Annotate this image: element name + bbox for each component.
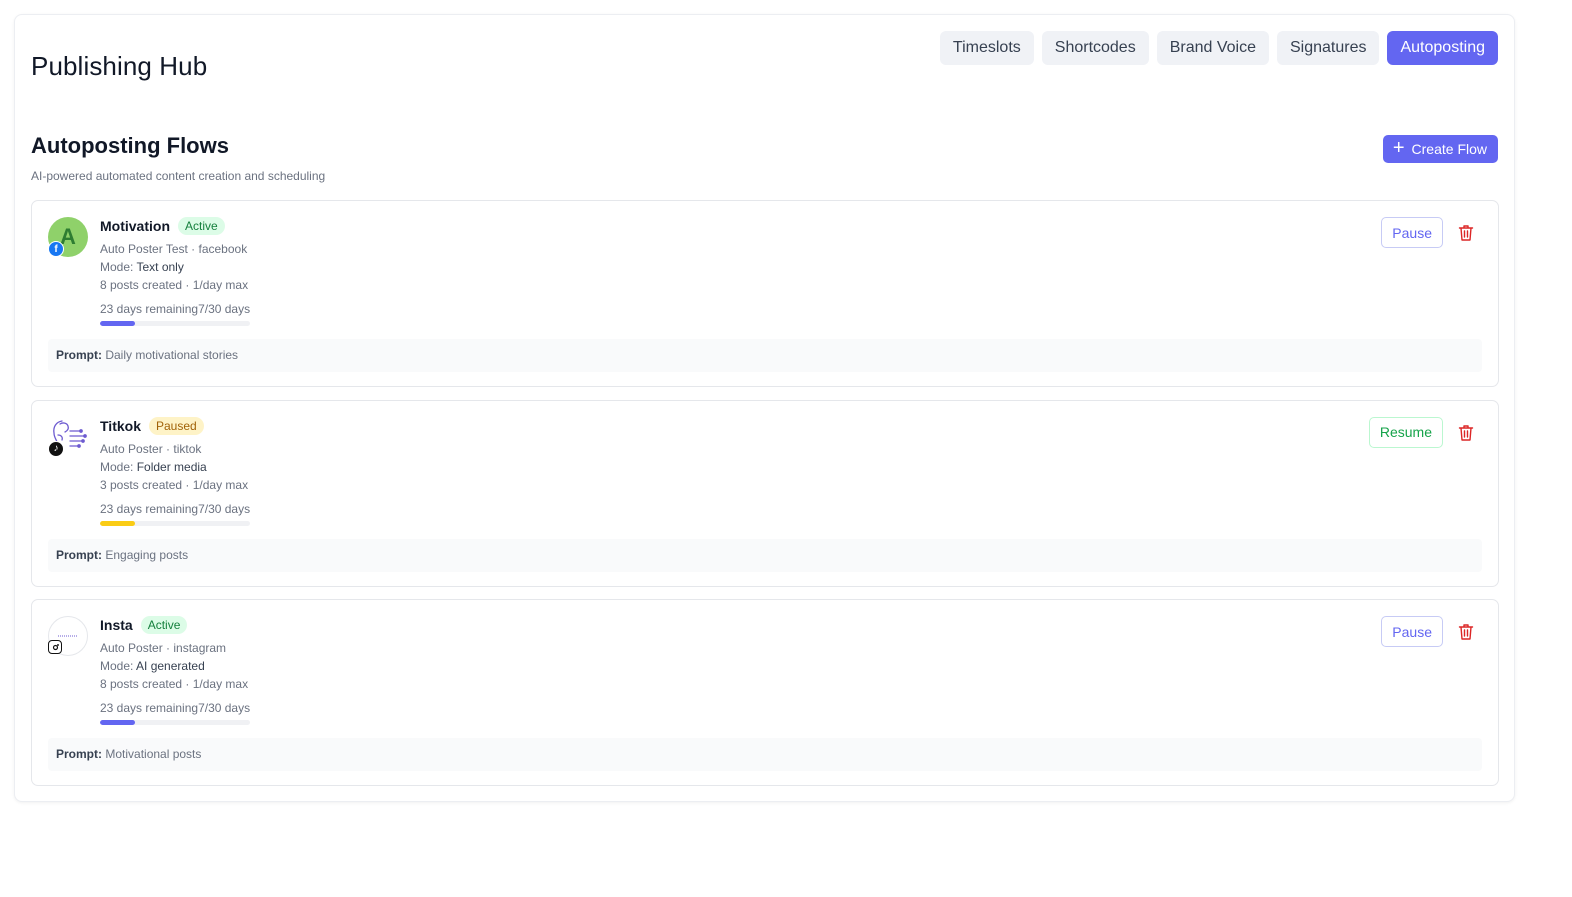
- section-subtitle: AI-powered automated content creation an…: [31, 169, 326, 183]
- page-title: Publishing Hub: [31, 51, 208, 81]
- flow-stats: 8 posts created · 1/day max: [100, 278, 249, 292]
- flow-card: Insta Active Auto Poster · instagram Mod…: [31, 599, 1499, 786]
- plus-icon: +: [1392, 137, 1405, 159]
- flow-name: Titkok: [100, 417, 141, 434]
- tiktok-icon: ♪: [48, 440, 64, 457]
- tab-autoposting[interactable]: Autoposting: [1387, 31, 1498, 65]
- resume-button[interactable]: Resume: [1368, 416, 1443, 448]
- trash-icon[interactable]: [1458, 424, 1474, 442]
- progress-fill: [100, 720, 135, 725]
- trash-icon[interactable]: [1458, 224, 1474, 242]
- create-flow-button[interactable]: + Create Flow: [1382, 135, 1498, 163]
- section-title: Autoposting Flows: [31, 133, 229, 158]
- hub-tabs: Timeslots Shortcodes Brand Voice Signatu…: [939, 31, 1498, 65]
- flow-stats: 3 posts created · 1/day max: [100, 477, 249, 492]
- tab-timeslots[interactable]: Timeslots: [939, 31, 1034, 65]
- pause-button[interactable]: Pause: [1381, 217, 1443, 248]
- flow-name: Insta: [100, 617, 133, 633]
- create-flow-label: Create Flow: [1411, 141, 1487, 157]
- progress-bar: [100, 321, 250, 326]
- publishing-hub-panel: Publishing Hub Timeslots Shortcodes Bran…: [14, 14, 1515, 802]
- progress-label: 23 days remaining7/30 days: [100, 701, 251, 715]
- progress-fill: [100, 520, 135, 526]
- flow-prompt: Prompt: Daily motivational stories: [48, 339, 1482, 372]
- progress-fill: [100, 321, 135, 326]
- progress-bar: [100, 520, 250, 526]
- progress-label: 23 days remaining7/30 days: [100, 302, 251, 316]
- flow-mode: Mode: Text only: [100, 260, 184, 274]
- flow-mode: Mode: Folder media: [100, 459, 207, 474]
- flow-account: Auto Poster · tiktok: [100, 441, 202, 456]
- flow-account: Auto Poster Test · facebook: [100, 242, 248, 256]
- tab-signatures[interactable]: Signatures: [1276, 31, 1380, 65]
- status-badge: Active: [140, 616, 188, 634]
- flow-account: Auto Poster · instagram: [100, 641, 227, 655]
- flow-card: ♪ Titkok Paused Auto Poster · tiktok Mod…: [31, 399, 1499, 587]
- status-badge: Active: [178, 217, 225, 235]
- progress-label: 23 days remaining7/30 days: [100, 501, 251, 516]
- tab-brand-voice[interactable]: Brand Voice: [1156, 31, 1269, 65]
- instagram-icon: [48, 640, 62, 654]
- flow-stats: 8 posts created · 1/day max: [100, 677, 249, 691]
- tab-shortcodes[interactable]: Shortcodes: [1041, 31, 1149, 65]
- status-badge: Paused: [148, 416, 204, 435]
- progress-bar: [100, 720, 250, 725]
- trash-icon[interactable]: [1458, 623, 1474, 641]
- facebook-icon: f: [48, 241, 64, 257]
- flow-name: Motivation: [100, 218, 170, 234]
- flow-mode: Mode: AI generated: [100, 659, 205, 673]
- flow-card: A f Motivation Active Auto Poster Test ·…: [31, 200, 1499, 387]
- flow-prompt: Prompt: Engaging posts: [48, 538, 1482, 572]
- flow-prompt: Prompt: Motivational posts: [48, 738, 1482, 771]
- pause-button[interactable]: Pause: [1381, 616, 1443, 647]
